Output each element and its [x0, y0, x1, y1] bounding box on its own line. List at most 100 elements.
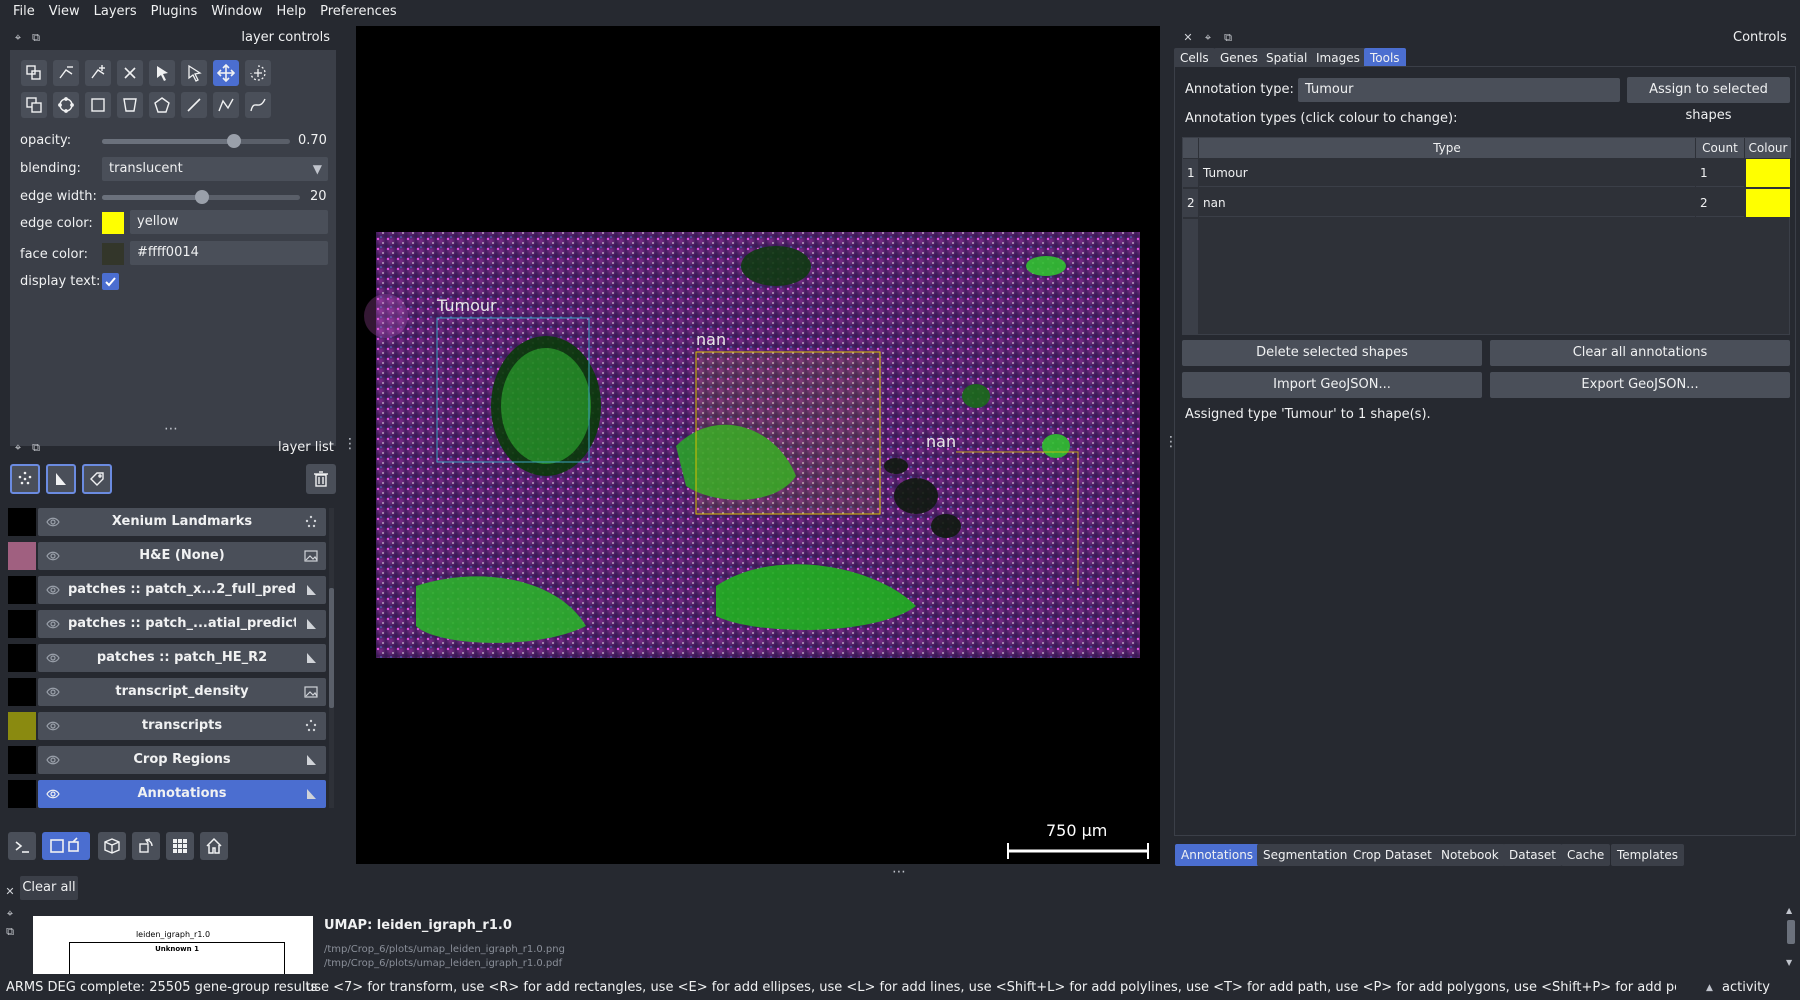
- tab-spatial[interactable]: Spatial: [1260, 48, 1314, 68]
- plot-path-pdf[interactable]: /tmp/Crop_6/plots/umap_leiden_igraph_r1.…: [324, 958, 562, 969]
- plot-path-png[interactable]: /tmp/Crop_6/plots/umap_leiden_igraph_r1.…: [324, 944, 565, 955]
- new-shapes-layer-icon[interactable]: [46, 464, 76, 494]
- opacity-slider[interactable]: [102, 134, 290, 148]
- edge-width-slider[interactable]: [102, 190, 300, 204]
- visibility-eye-icon[interactable]: [46, 549, 60, 563]
- delete-shape-icon[interactable]: [117, 60, 143, 86]
- visibility-eye-icon[interactable]: [46, 787, 60, 801]
- move-to-front-icon[interactable]: [21, 92, 47, 118]
- row-type[interactable]: Tumour: [1199, 159, 1695, 187]
- layer-list-scroll-thumb[interactable]: [329, 588, 334, 708]
- direct-select-icon[interactable]: [181, 60, 207, 86]
- edge-width-slider-handle[interactable]: [195, 190, 209, 204]
- roll-dims-icon[interactable]: [98, 832, 126, 860]
- visibility-eye-icon[interactable]: [46, 651, 60, 665]
- bottom-close-icon[interactable]: ✕: [4, 886, 16, 898]
- bottom-float-icon[interactable]: ⌖: [4, 908, 16, 920]
- bottom-scrollbar[interactable]: ▲ ▼: [1786, 906, 1796, 970]
- tab-cache[interactable]: Cache: [1561, 844, 1611, 866]
- layer-name[interactable]: Annotations: [68, 780, 296, 808]
- polyline-icon[interactable]: [213, 92, 239, 118]
- layer-item-annotations[interactable]: Annotations: [38, 780, 326, 808]
- plot-thumbnail[interactable]: leiden_igraph_r1.0 Unknown 1: [33, 916, 313, 974]
- tab-images[interactable]: Images: [1310, 48, 1366, 68]
- layer-item-patches-patch-he-r2[interactable]: patches :: patch_HE_R2: [38, 644, 326, 672]
- layer-row[interactable]: patches :: patch_x...2_full_predictions: [8, 576, 326, 604]
- scroll-thumb[interactable]: [1787, 920, 1795, 944]
- visibility-eye-icon[interactable]: [46, 515, 60, 529]
- polygon-icon[interactable]: [117, 92, 143, 118]
- layer-list-menu-icon[interactable]: ⋮: [343, 436, 357, 452]
- layer-row[interactable]: transcript_density: [8, 678, 326, 706]
- layer-name[interactable]: H&E (None): [68, 542, 296, 570]
- pan-zoom-icon[interactable]: [213, 60, 239, 86]
- visibility-eye-icon[interactable]: [46, 617, 60, 631]
- layer-row[interactable]: Xenium Landmarks: [8, 508, 326, 536]
- menu-help[interactable]: Help: [270, 0, 314, 24]
- annotation-type-input[interactable]: Tumour: [1298, 78, 1620, 102]
- layer-name[interactable]: patches :: patch_x...2_full_predictions: [68, 576, 296, 604]
- display-text-checkbox[interactable]: [102, 273, 119, 290]
- vertex-remove-icon[interactable]: [53, 60, 79, 86]
- polygon-lasso-icon[interactable]: [149, 92, 175, 118]
- activity-chevron-icon[interactable]: ▲: [1706, 976, 1713, 1000]
- export-geojson-button[interactable]: Export GeoJSON...: [1490, 372, 1790, 398]
- shape-add-icon[interactable]: [21, 60, 47, 86]
- header-count[interactable]: Count: [1696, 138, 1744, 158]
- layer-item-patches-patch-x-2-full-predictions[interactable]: patches :: patch_x...2_full_predictions: [38, 576, 326, 604]
- controls-undock-icon[interactable]: ⧉: [1222, 32, 1234, 44]
- layer-item-transcript-density[interactable]: transcript_density: [38, 678, 326, 706]
- tab-segmentation[interactable]: Segmentation: [1257, 844, 1354, 866]
- menu-layers[interactable]: Layers: [87, 0, 144, 24]
- layer-list-scrollbar[interactable]: [329, 508, 334, 808]
- float-icon[interactable]: ⌖: [12, 32, 24, 44]
- opacity-slider-handle[interactable]: [226, 134, 241, 148]
- rectangle-icon[interactable]: [85, 92, 111, 118]
- layer-item-crop-regions[interactable]: Crop Regions: [38, 746, 326, 774]
- tab-tools[interactable]: Tools: [1364, 48, 1406, 68]
- edge-color-field[interactable]: yellow: [130, 210, 328, 234]
- layer-item-xenium-landmarks[interactable]: Xenium Landmarks: [38, 508, 326, 536]
- tab-cells[interactable]: Cells: [1174, 48, 1215, 68]
- tab-templates[interactable]: Templates: [1611, 844, 1685, 866]
- delete-layer-icon[interactable]: [306, 464, 336, 494]
- layer-row[interactable]: transcripts: [8, 712, 326, 740]
- edge-color-swatch[interactable]: [102, 212, 124, 234]
- layer-item-patches-patch-atial-predictions[interactable]: patches :: patch_...atial_predictions: [38, 610, 326, 638]
- visibility-eye-icon[interactable]: [46, 685, 60, 699]
- ellipse-icon[interactable]: [53, 92, 79, 118]
- layer-row[interactable]: Crop Regions: [8, 746, 326, 774]
- select-shape-icon[interactable]: [149, 60, 175, 86]
- home-icon[interactable]: [200, 832, 228, 860]
- menu-file[interactable]: File: [6, 0, 42, 24]
- path-icon[interactable]: [245, 92, 271, 118]
- layer-row[interactable]: Annotations: [8, 780, 326, 808]
- header-colour[interactable]: Colour: [1745, 138, 1791, 158]
- layer-name[interactable]: transcripts: [68, 712, 296, 740]
- row-type[interactable]: nan: [1199, 189, 1695, 217]
- menu-preferences[interactable]: Preferences: [313, 0, 403, 24]
- tab-annotations[interactable]: Annotations: [1175, 844, 1260, 866]
- layer-row[interactable]: patches :: patch_HE_R2: [8, 644, 326, 672]
- activity-button[interactable]: activity: [1722, 976, 1770, 1000]
- console-icon[interactable]: [8, 832, 36, 860]
- controls-close-icon[interactable]: ✕: [1182, 32, 1194, 44]
- transform-icon[interactable]: [245, 60, 271, 86]
- vertex-add-icon[interactable]: [85, 60, 111, 86]
- layer-row[interactable]: H&E (None): [8, 542, 326, 570]
- transpose-icon[interactable]: [132, 832, 160, 860]
- line-icon[interactable]: [181, 92, 207, 118]
- tab-dataset[interactable]: Dataset: [1503, 844, 1562, 866]
- import-geojson-button[interactable]: Import GeoJSON...: [1182, 372, 1482, 398]
- tab-crop-dataset[interactable]: Crop Dataset: [1347, 844, 1438, 866]
- layer-name[interactable]: transcript_density: [68, 678, 296, 706]
- menu-plugins[interactable]: Plugins: [144, 0, 205, 24]
- tab-genes[interactable]: Genes: [1214, 48, 1264, 68]
- bottom-undock-icon[interactable]: ⧉: [4, 926, 16, 938]
- delete-selected-shapes-button[interactable]: Delete selected shapes: [1182, 340, 1482, 366]
- tab-notebook[interactable]: Notebook: [1435, 844, 1505, 866]
- layer-name[interactable]: Xenium Landmarks: [68, 508, 296, 536]
- clear-all-button[interactable]: Clear all: [20, 876, 78, 900]
- viewer-canvas[interactable]: Tumour nan nan 750 µm: [356, 26, 1160, 864]
- face-color-swatch[interactable]: [102, 243, 124, 265]
